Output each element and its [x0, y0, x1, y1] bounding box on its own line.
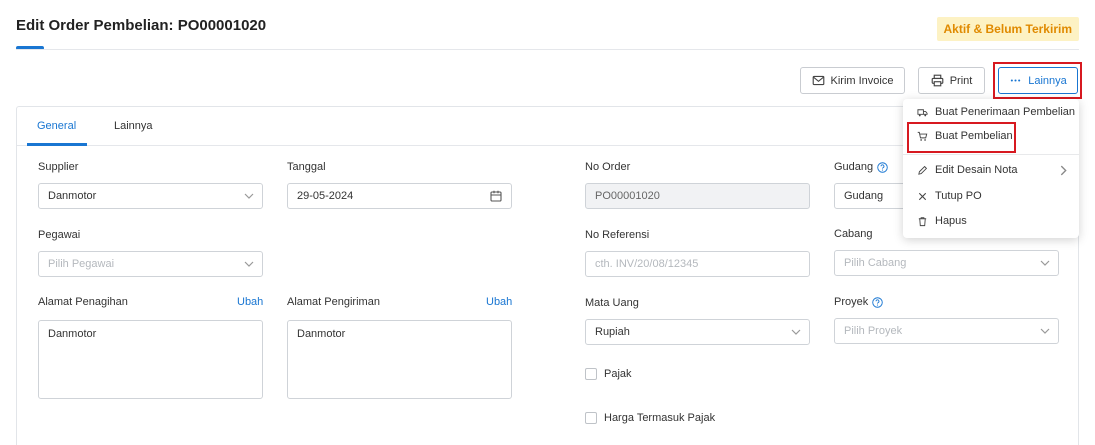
mata-uang-label: Mata Uang	[585, 297, 639, 309]
alamat-penagihan-ubah-link[interactable]: Ubah	[237, 296, 263, 308]
menu-item-label: Edit Desain Nota	[935, 164, 1018, 176]
header-divider	[16, 49, 1079, 50]
no-referensi-label: No Referensi	[585, 229, 650, 241]
supplier-label: Supplier	[38, 161, 79, 173]
menu-item-label: Hapus	[935, 215, 967, 227]
alamat-penagihan-textarea[interactable]: Danmotor	[38, 320, 263, 399]
calendar-icon[interactable]	[490, 190, 502, 202]
pegawai-label: Pegawai	[38, 229, 81, 241]
supplier-select[interactable]: Danmotor	[38, 183, 263, 209]
tab-general[interactable]: General	[37, 120, 76, 132]
proyek-label-text: Proyek	[834, 296, 869, 308]
print-button[interactable]: Print	[918, 67, 985, 94]
truck-icon	[917, 108, 928, 116]
supplier-value: Danmotor	[48, 190, 97, 202]
gudang-label: Gudang	[834, 161, 888, 173]
harga-termasuk-pajak-label: Harga Termasuk Pajak	[604, 412, 716, 424]
no-order-label: No Order	[585, 161, 631, 173]
pencil-icon	[918, 165, 928, 175]
chevron-right-icon	[1060, 165, 1067, 176]
tab-lainnya[interactable]: Lainnya	[114, 120, 153, 132]
kirim-invoice-label: Kirim Invoice	[830, 74, 894, 87]
proyek-select[interactable]: Pilih Proyek	[834, 318, 1059, 344]
chevron-down-icon	[1040, 260, 1050, 266]
pajak-checkbox-row[interactable]: Pajak	[585, 368, 632, 380]
chevron-down-icon	[791, 329, 801, 335]
pajak-checkbox[interactable]	[585, 368, 597, 380]
chevron-down-icon	[1040, 328, 1050, 334]
menu-item-hapus[interactable]: Hapus	[903, 209, 1079, 233]
tanggal-date-field[interactable]: 29-05-2024	[287, 183, 512, 209]
harga-termasuk-pajak-checkbox-row[interactable]: Harga Termasuk Pajak	[585, 412, 715, 424]
menu-divider	[903, 154, 1079, 155]
close-icon	[918, 192, 927, 200]
no-referensi-placeholder: cth. INV/20/08/12345	[595, 258, 699, 270]
alamat-pengiriman-label: Alamat Pengiriman	[287, 296, 380, 308]
alamat-penagihan-value: Danmotor	[48, 328, 97, 340]
kirim-invoice-button[interactable]: Kirim Invoice	[800, 67, 905, 94]
print-label: Print	[949, 74, 973, 87]
tanggal-label: Tanggal	[287, 161, 326, 173]
menu-item-label: Buat Penerimaan Pembelian	[935, 106, 1076, 118]
chevron-down-icon	[244, 193, 254, 199]
mail-icon	[812, 75, 824, 86]
menu-item-label: Tutup PO	[935, 190, 982, 202]
menu-item-buat-penerimaan-pembelian[interactable]: Buat Penerimaan Pembelian	[903, 100, 1079, 124]
status-badge: Aktif & Belum Terkirim	[936, 17, 1079, 41]
help-circle-icon[interactable]	[877, 161, 888, 173]
page-title: Edit Order Pembelian: PO00001020	[16, 17, 267, 34]
printer-icon	[931, 74, 944, 87]
gudang-value: Gudang	[844, 190, 884, 202]
lainnya-dropdown-menu: Buat Penerimaan Pembelian Buat Pembelian…	[903, 99, 1079, 238]
pajak-label: Pajak	[604, 368, 632, 380]
alamat-pengiriman-textarea[interactable]: Danmotor	[287, 320, 512, 399]
cabang-select[interactable]: Pilih Cabang	[834, 250, 1059, 276]
highlight-box-lainnya	[993, 62, 1082, 99]
help-circle-icon[interactable]	[872, 296, 883, 308]
no-referensi-input[interactable]: cth. INV/20/08/12345	[585, 251, 810, 277]
trash-icon	[918, 216, 927, 226]
pegawai-select[interactable]: Pilih Pegawai	[38, 251, 263, 277]
menu-item-edit-desain-nota[interactable]: Edit Desain Nota	[903, 158, 1079, 182]
alamat-penagihan-label: Alamat Penagihan	[38, 296, 128, 308]
harga-termasuk-pajak-checkbox[interactable]	[585, 412, 597, 424]
chevron-down-icon	[244, 261, 254, 267]
tanggal-value: 29-05-2024	[297, 190, 354, 202]
no-order-value: PO00001020	[595, 190, 660, 202]
gudang-label-text: Gudang	[834, 161, 874, 173]
mata-uang-select[interactable]: Rupiah	[585, 319, 810, 345]
active-tab-indicator	[27, 143, 87, 146]
pegawai-placeholder: Pilih Pegawai	[48, 258, 115, 270]
proyek-label: Proyek	[834, 296, 883, 308]
mata-uang-value: Rupiah	[595, 326, 630, 338]
alamat-pengiriman-value: Danmotor	[297, 328, 346, 340]
menu-item-tutup-po[interactable]: Tutup PO	[903, 184, 1079, 208]
cabang-label: Cabang	[834, 228, 873, 240]
proyek-placeholder: Pilih Proyek	[844, 325, 903, 337]
alamat-pengiriman-ubah-link[interactable]: Ubah	[486, 296, 512, 308]
cabang-placeholder: Pilih Cabang	[844, 257, 907, 269]
highlight-box-buat-pembelian	[907, 122, 1016, 153]
no-order-field: PO00001020	[585, 183, 810, 209]
